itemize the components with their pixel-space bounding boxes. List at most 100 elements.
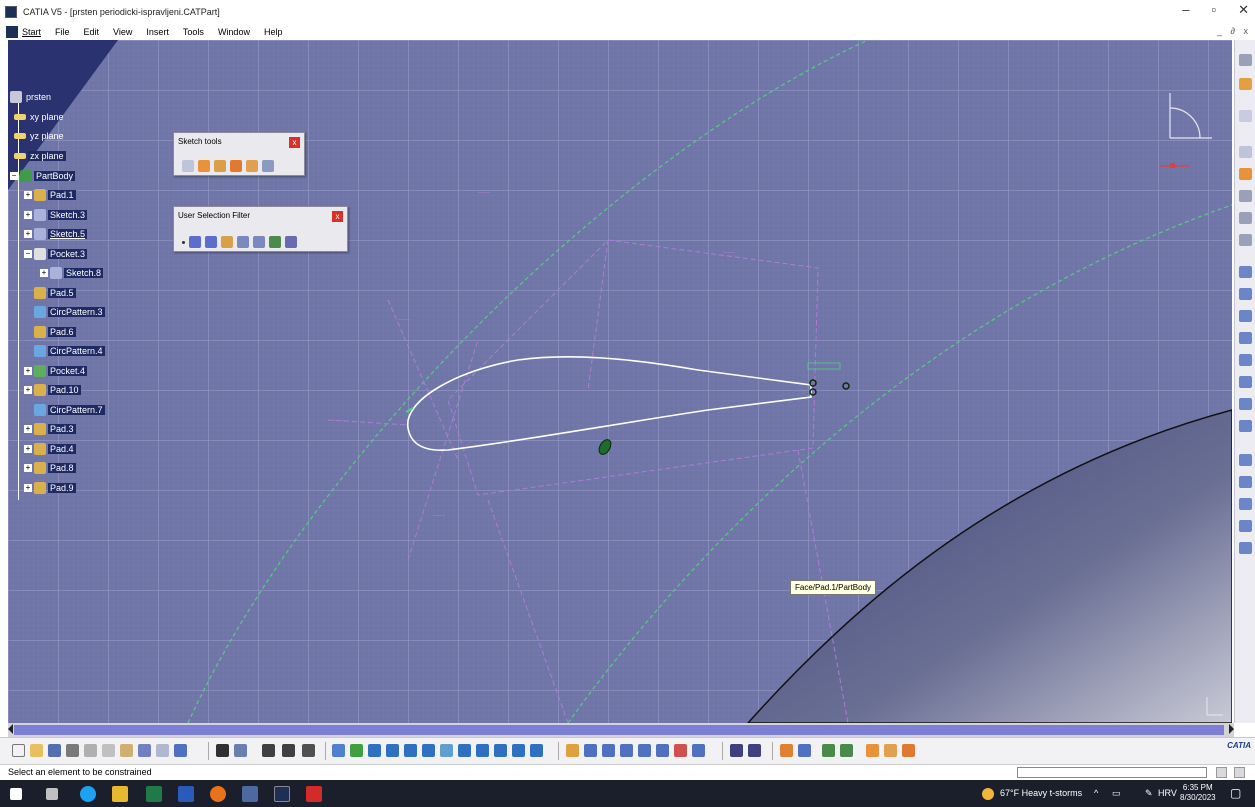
snap-to-point-icon[interactable]: [198, 160, 210, 172]
sketch-profile-icon[interactable]: [566, 744, 579, 757]
menu-view[interactable]: View: [113, 27, 132, 37]
scroll-thumb[interactable]: [14, 725, 1224, 735]
fit-all-icon[interactable]: [350, 744, 363, 757]
tree-item-sketch3[interactable]: + Sketch.3: [24, 208, 88, 222]
redo-icon[interactable]: [156, 744, 169, 757]
select-arrow-icon[interactable]: [1239, 110, 1252, 122]
tree-item-pad8[interactable]: + Pad.8: [24, 461, 76, 475]
profile-sketch-icon[interactable]: [1239, 266, 1252, 278]
project-icon[interactable]: [638, 744, 651, 757]
selection-filter-close-button[interactable]: x: [332, 211, 343, 222]
dimension-display-icon[interactable]: [840, 744, 853, 757]
command-button-2[interactable]: [1234, 767, 1245, 778]
tree-item-sketch8[interactable]: + Sketch.8: [40, 266, 104, 280]
tree-item-pad5[interactable]: Pad.5: [34, 286, 76, 300]
network-icon[interactable]: ▭: [1112, 788, 1121, 799]
rotate-icon[interactable]: [386, 744, 399, 757]
scroll-right-arrow[interactable]: [1229, 724, 1234, 734]
tree-item-sketch5[interactable]: + Sketch.5: [24, 227, 88, 241]
iso-view-icon[interactable]: [458, 744, 471, 757]
open-folder-icon[interactable]: [30, 744, 43, 757]
surface-filter-icon[interactable]: [205, 236, 217, 248]
menu-edit[interactable]: Edit: [84, 27, 100, 37]
expand-toggle[interactable]: +: [24, 386, 32, 394]
undo-icon[interactable]: [138, 744, 151, 757]
expand-toggle[interactable]: +: [24, 425, 32, 433]
print-icon[interactable]: [66, 744, 79, 757]
sketch-viewport[interactable]: ~~~ ~~~ ~~~ ~~~ ~~~ prsten xy plane yz p…: [8, 40, 1232, 723]
cut-part-icon[interactable]: [730, 744, 743, 757]
expand-toggle[interactable]: +: [24, 464, 32, 472]
construction-element-icon[interactable]: [214, 160, 226, 172]
constraint-display-icon[interactable]: [822, 744, 835, 757]
collapse-toggle[interactable]: −: [24, 250, 32, 258]
shading-icon[interactable]: [494, 744, 507, 757]
workbench-icon[interactable]: [1239, 78, 1252, 90]
notification-icon[interactable]: ▢: [1230, 786, 1241, 800]
chrome-icon[interactable]: [210, 786, 226, 802]
tree-item-circpattern3[interactable]: CircPattern.3: [34, 305, 105, 319]
tree-item-pad6[interactable]: Pad.6: [34, 325, 76, 339]
tree-item-pad4[interactable]: + Pad.4: [24, 442, 76, 456]
menu-insert[interactable]: Insert: [146, 27, 169, 37]
sketch-solving-icon[interactable]: [692, 744, 705, 757]
feature-element-filter-icon[interactable]: [237, 236, 249, 248]
measure-item-icon[interactable]: [302, 744, 315, 757]
measure-icon[interactable]: [282, 744, 295, 757]
constraint-icon[interactable]: [584, 744, 597, 757]
menu-window[interactable]: Window: [218, 27, 250, 37]
collapse-toggle[interactable]: −: [10, 172, 18, 180]
tree-item-pad10[interactable]: + Pad.10: [24, 383, 81, 397]
expand-toggle[interactable]: +: [24, 230, 32, 238]
zoom-in-icon[interactable]: [404, 744, 417, 757]
user-selection-filter-panel[interactable]: User Selection Filter x: [173, 206, 348, 252]
formula-icon[interactable]: [216, 744, 229, 757]
point-icon[interactable]: [1239, 420, 1252, 432]
zoom-out-icon[interactable]: [422, 744, 435, 757]
tree-item-pocket4[interactable]: + Pocket.4: [24, 364, 88, 378]
menu-file[interactable]: File: [55, 27, 70, 37]
sketch-tools-panel[interactable]: Sketch tools x: [173, 132, 305, 176]
tree-item-pad9[interactable]: + Pad.9: [24, 481, 76, 495]
restore-button[interactable]: ▫: [1211, 2, 1216, 18]
fly-mode-icon[interactable]: [332, 744, 345, 757]
selection-mode-icon[interactable]: [285, 236, 297, 248]
tree-item-circpattern7[interactable]: CircPattern.7: [34, 403, 105, 417]
sketch-analysis-icon[interactable]: [674, 744, 687, 757]
snap-icon[interactable]: [798, 744, 811, 757]
weather-icon[interactable]: [982, 788, 994, 800]
dimension-tool-icon[interactable]: [1239, 212, 1252, 224]
pan-icon[interactable]: [368, 744, 381, 757]
tree-item-pocket3[interactable]: − Pocket.3: [24, 247, 88, 261]
expand-toggle[interactable]: +: [40, 269, 48, 277]
expand-toggle[interactable]: +: [24, 484, 32, 492]
paste-icon[interactable]: [120, 744, 133, 757]
transform-icon[interactable]: [620, 744, 633, 757]
close-button[interactable]: ✕: [1238, 2, 1249, 18]
expand-toggle[interactable]: +: [24, 191, 32, 199]
system-clock[interactable]: 6:35 PM 8/30/2023: [1180, 783, 1216, 803]
start-menu-icon[interactable]: [6, 26, 18, 38]
tree-partbody[interactable]: − PartBody: [10, 169, 76, 183]
autocad-icon[interactable]: [306, 786, 322, 802]
task-view-icon[interactable]: [46, 788, 58, 800]
chamfer-icon[interactable]: [1239, 476, 1252, 488]
expand-toggle[interactable]: +: [24, 367, 32, 375]
tree-item-pad1[interactable]: + Pad.1: [24, 188, 76, 202]
grid-toggle-icon[interactable]: [780, 744, 793, 757]
tree-item-pad3[interactable]: + Pad.3: [24, 422, 76, 436]
automatic-constraint-icon[interactable]: [262, 160, 274, 172]
geometric-constraints-icon[interactable]: [230, 160, 242, 172]
mirror-icon[interactable]: [1239, 520, 1252, 532]
grid-icon[interactable]: [182, 160, 194, 172]
tree-plane-zx[interactable]: zx plane: [14, 149, 66, 163]
sketch-tools-close-button[interactable]: x: [289, 137, 300, 148]
animate-constraint-icon[interactable]: [1239, 234, 1252, 246]
edge-icon[interactable]: [80, 786, 96, 802]
menu-start[interactable]: Start: [22, 27, 41, 37]
minimize-button[interactable]: –: [1182, 2, 1189, 18]
expand-toggle[interactable]: +: [24, 445, 32, 453]
weather-text[interactable]: 67°F Heavy t-storms: [1000, 788, 1082, 798]
operation-icon[interactable]: [602, 744, 615, 757]
excel-icon[interactable]: [146, 786, 162, 802]
